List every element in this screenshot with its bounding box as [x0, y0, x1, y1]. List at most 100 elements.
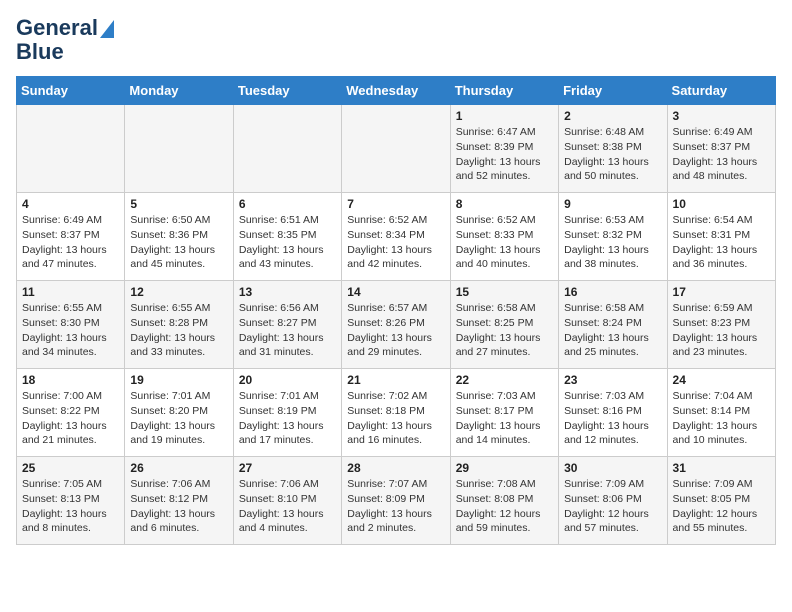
cell-text-line: Sunrise: 7:06 AM [239, 477, 336, 492]
day-number: 2 [564, 109, 661, 123]
day-number: 9 [564, 197, 661, 211]
cell-text-line: Daylight: 13 hours [239, 243, 336, 258]
cell-text-line: Sunrise: 6:58 AM [456, 301, 553, 316]
day-number: 20 [239, 373, 336, 387]
calendar-cell: 1Sunrise: 6:47 AMSunset: 8:39 PMDaylight… [450, 105, 558, 193]
cell-text-line: and 16 minutes. [347, 433, 444, 448]
cell-text-line: Sunset: 8:31 PM [673, 228, 770, 243]
calendar-cell: 2 Sunrise: 6:48 AMSunset: 8:38 PMDaylight… [559, 105, 667, 193]
cell-text-line: and 59 minutes. [456, 521, 553, 536]
cell-text-line: and 31 minutes. [239, 345, 336, 360]
weekday-header-friday: Friday [559, 77, 667, 105]
cell-text-line: Daylight: 13 hours [347, 419, 444, 434]
cell-text-line: Daylight: 12 hours [564, 507, 661, 522]
cell-text-line: and 2 minutes. [347, 521, 444, 536]
calendar-week-1: 1Sunrise: 6:47 AMSunset: 8:39 PMDaylight… [17, 105, 776, 193]
cell-text-line: and 23 minutes. [673, 345, 770, 360]
calendar-cell [233, 105, 341, 193]
cell-text-line: Daylight: 13 hours [456, 155, 553, 170]
calendar-cell: 15Sunrise: 6:58 AMSunset: 8:25 PMDayligh… [450, 281, 558, 369]
calendar-cell: 24 Sunrise: 7:04 AMSunset: 8:14 PMDayligh… [667, 369, 775, 457]
cell-text-line: Sunrise: 7:04 AM [673, 389, 770, 404]
cell-text-line: Sunrise: 6:52 AM [347, 213, 444, 228]
cell-text-line: Sunrise: 6:48 AM [564, 125, 661, 140]
logo-text-general: General [16, 16, 114, 40]
cell-text-line: and 25 minutes. [564, 345, 661, 360]
cell-text-line: Sunset: 8:27 PM [239, 316, 336, 331]
cell-text-line: Sunset: 8:37 PM [22, 228, 119, 243]
calendar-cell: 25Sunrise: 7:05 AMSunset: 8:13 PMDayligh… [17, 457, 125, 545]
cell-text-line: Daylight: 13 hours [22, 243, 119, 258]
day-number: 8 [456, 197, 553, 211]
day-number: 27 [239, 461, 336, 475]
cell-text-line: and 36 minutes. [673, 257, 770, 272]
cell-text-line: Daylight: 13 hours [239, 419, 336, 434]
cell-text-line: and 47 minutes. [22, 257, 119, 272]
cell-text-line: and 34 minutes. [22, 345, 119, 360]
cell-text-line: and 57 minutes. [564, 521, 661, 536]
cell-text-line: and 48 minutes. [673, 169, 770, 184]
cell-text-line: Sunrise: 7:03 AM [456, 389, 553, 404]
cell-text-line: Sunset: 8:24 PM [564, 316, 661, 331]
cell-text-line: Sunrise: 7:02 AM [347, 389, 444, 404]
cell-text-line: Sunset: 8:25 PM [456, 316, 553, 331]
cell-text-line: Daylight: 13 hours [673, 243, 770, 258]
cell-text-line: Daylight: 13 hours [564, 155, 661, 170]
calendar-cell [17, 105, 125, 193]
day-number: 24 [673, 373, 770, 387]
calendar-cell: 26Sunrise: 7:06 AMSunset: 8:12 PMDayligh… [125, 457, 233, 545]
calendar-cell: 21Sunrise: 7:02 AMSunset: 8:18 PMDayligh… [342, 369, 450, 457]
cell-text-line: Sunset: 8:38 PM [564, 140, 661, 155]
cell-text-line: Daylight: 13 hours [22, 331, 119, 346]
cell-text-line: and 38 minutes. [564, 257, 661, 272]
cell-text-line: Daylight: 13 hours [239, 507, 336, 522]
calendar-cell: 27Sunrise: 7:06 AMSunset: 8:10 PMDayligh… [233, 457, 341, 545]
cell-text-line: Sunset: 8:39 PM [456, 140, 553, 155]
cell-text-line: and 29 minutes. [347, 345, 444, 360]
cell-text-line: and 4 minutes. [239, 521, 336, 536]
day-number: 1 [456, 109, 553, 123]
calendar-cell: 14Sunrise: 6:57 AMSunset: 8:26 PMDayligh… [342, 281, 450, 369]
day-number: 29 [456, 461, 553, 475]
cell-text-line: Daylight: 13 hours [564, 331, 661, 346]
weekday-header-wednesday: Wednesday [342, 77, 450, 105]
calendar-cell: 17Sunrise: 6:59 AMSunset: 8:23 PMDayligh… [667, 281, 775, 369]
cell-text-line: Sunset: 8:05 PM [673, 492, 770, 507]
day-number: 26 [130, 461, 227, 475]
cell-text-line: and 33 minutes. [130, 345, 227, 360]
cell-text-line: Sunrise: 7:03 AM [564, 389, 661, 404]
cell-text-line: Daylight: 13 hours [673, 419, 770, 434]
cell-text-line: Sunset: 8:30 PM [22, 316, 119, 331]
calendar-cell: 10Sunrise: 6:54 AMSunset: 8:31 PMDayligh… [667, 193, 775, 281]
cell-text-line: and 27 minutes. [456, 345, 553, 360]
cell-text-line: Sunset: 8:35 PM [239, 228, 336, 243]
cell-text-line: Daylight: 13 hours [239, 331, 336, 346]
calendar-cell: 9Sunrise: 6:53 AMSunset: 8:32 PMDaylight… [559, 193, 667, 281]
cell-text-line: Sunset: 8:34 PM [347, 228, 444, 243]
calendar-cell: 4Sunrise: 6:49 AMSunset: 8:37 PMDaylight… [17, 193, 125, 281]
calendar-cell: 28Sunrise: 7:07 AMSunset: 8:09 PMDayligh… [342, 457, 450, 545]
calendar-week-5: 25Sunrise: 7:05 AMSunset: 8:13 PMDayligh… [17, 457, 776, 545]
calendar-cell: 11Sunrise: 6:55 AMSunset: 8:30 PMDayligh… [17, 281, 125, 369]
cell-text-line: Sunset: 8:06 PM [564, 492, 661, 507]
cell-text-line: Sunset: 8:19 PM [239, 404, 336, 419]
cell-text-line: Sunrise: 6:50 AM [130, 213, 227, 228]
cell-text-line: Sunset: 8:22 PM [22, 404, 119, 419]
cell-text-line: Sunset: 8:14 PM [673, 404, 770, 419]
weekday-header-saturday: Saturday [667, 77, 775, 105]
cell-text-line: Daylight: 13 hours [456, 243, 553, 258]
cell-text-line: and 50 minutes. [564, 169, 661, 184]
cell-text-line: and 8 minutes. [22, 521, 119, 536]
cell-text-line: Daylight: 13 hours [347, 331, 444, 346]
day-number: 14 [347, 285, 444, 299]
cell-text-line: Sunset: 8:28 PM [130, 316, 227, 331]
calendar-cell: 29Sunrise: 7:08 AMSunset: 8:08 PMDayligh… [450, 457, 558, 545]
calendar-cell: 8Sunrise: 6:52 AMSunset: 8:33 PMDaylight… [450, 193, 558, 281]
cell-text-line: Sunset: 8:16 PM [564, 404, 661, 419]
calendar-cell: 22Sunrise: 7:03 AMSunset: 8:17 PMDayligh… [450, 369, 558, 457]
cell-text-line: Daylight: 12 hours [456, 507, 553, 522]
day-number: 18 [22, 373, 119, 387]
cell-text-line: Sunset: 8:23 PM [673, 316, 770, 331]
cell-text-line: and 52 minutes. [456, 169, 553, 184]
cell-text-line: Sunrise: 7:09 AM [673, 477, 770, 492]
